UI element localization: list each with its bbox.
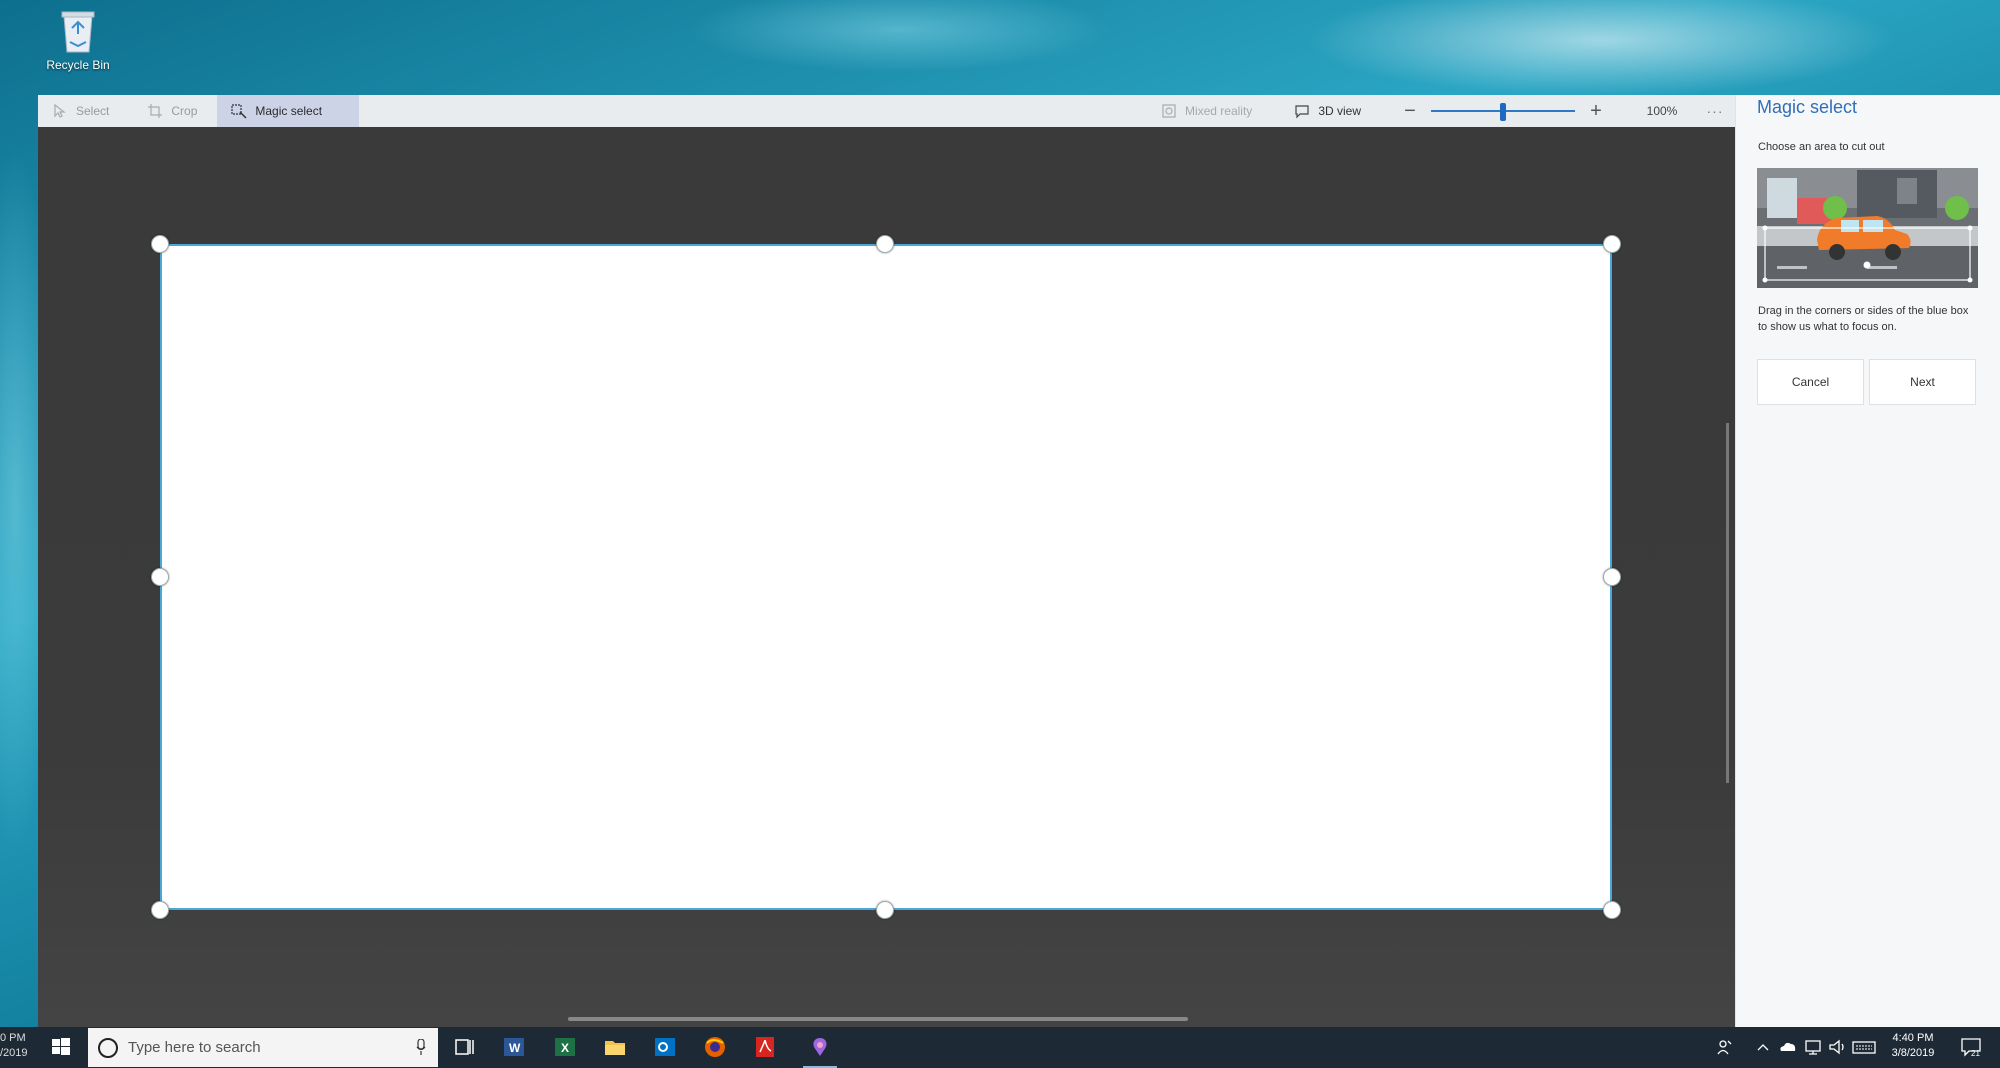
file-explorer-icon[interactable] xyxy=(603,1035,627,1059)
svg-text:X: X xyxy=(561,1041,569,1055)
svg-text:W: W xyxy=(509,1041,521,1055)
search-placeholder: Type here to search xyxy=(128,1039,261,1056)
panel-title: Magic select xyxy=(1757,97,1858,117)
zoom-in-button[interactable]: + xyxy=(1581,100,1611,123)
firefox-icon[interactable] xyxy=(703,1035,727,1059)
paint-3d-icon[interactable] xyxy=(803,1035,837,1068)
crop-icon xyxy=(148,104,163,118)
magic-select-tool-label: Magic select xyxy=(255,104,323,118)
paint-3d-window: Select Crop Magic select Mixed reality 3… xyxy=(38,95,2000,1027)
action-center-icon[interactable]: 21 xyxy=(1960,1037,1982,1058)
magic-select-illustration xyxy=(1757,168,1978,288)
selection-handle-middle-right[interactable] xyxy=(1603,568,1621,586)
partial-clock-left: 0 PM /2019 xyxy=(0,1031,28,1061)
partial-clock-time: 0 PM xyxy=(0,1032,26,1044)
taskbar-date: 3/8/2019 xyxy=(1891,1047,1935,1059)
keyboard-icon[interactable] xyxy=(1852,1035,1876,1059)
windows-logo-icon xyxy=(52,1038,70,1055)
taskbar-search-box[interactable]: Type here to search xyxy=(88,1028,438,1067)
zoom-value: 100% xyxy=(1646,104,1678,118)
zoom-slider-thumb[interactable] xyxy=(1500,103,1506,121)
selection-handle-top-middle[interactable] xyxy=(876,235,894,253)
network-icon[interactable] xyxy=(1804,1035,1824,1059)
recycle-bin-label: Recycle Bin xyxy=(46,58,110,72)
partial-clock-date: /2019 xyxy=(0,1047,28,1059)
selection-handle-middle-left[interactable] xyxy=(151,568,169,586)
people-icon[interactable] xyxy=(1716,1035,1734,1059)
show-hidden-icons-chevron-icon[interactable] xyxy=(1756,1035,1770,1059)
select-tool-button[interactable]: Select xyxy=(38,95,123,127)
cancel-button[interactable]: Cancel xyxy=(1757,359,1864,405)
panel-description: Drag in the corners or sides of the blue… xyxy=(1758,305,1969,333)
vertical-scrollbar[interactable] xyxy=(1726,423,1729,783)
start-button[interactable] xyxy=(50,1036,72,1058)
task-view-icon[interactable] xyxy=(452,1035,476,1059)
more-options-button[interactable]: ··· xyxy=(1695,103,1735,119)
mixed-reality-label: Mixed reality xyxy=(1184,104,1253,118)
select-icon xyxy=(54,103,66,118)
cortana-icon xyxy=(98,1037,118,1058)
top-toolbar: Select Crop Magic select Mixed reality 3… xyxy=(38,95,1735,127)
acrobat-icon[interactable] xyxy=(753,1035,777,1059)
mixed-reality-button[interactable]: Mixed reality xyxy=(1147,95,1266,127)
3d-view-icon xyxy=(1295,105,1309,119)
recycle-bin-shortcut[interactable]: Recycle Bin xyxy=(40,6,116,72)
selection-handle-top-left[interactable] xyxy=(151,235,169,253)
canvas-page[interactable] xyxy=(160,244,1612,910)
recycle-bin-icon xyxy=(56,6,100,54)
outlook-icon[interactable] xyxy=(653,1035,677,1059)
magic-select-tool-button[interactable]: Magic select xyxy=(217,95,360,127)
panel-subtitle: Choose an area to cut out xyxy=(1758,141,1885,153)
windows-taskbar: 0 PM /2019 Type here to search W X 4:40 … xyxy=(0,1027,2000,1068)
next-button[interactable]: Next xyxy=(1869,359,1976,405)
onedrive-icon[interactable] xyxy=(1778,1035,1798,1059)
mixed-reality-icon xyxy=(1162,104,1176,118)
word-icon[interactable]: W xyxy=(502,1035,526,1059)
magic-select-icon xyxy=(231,104,247,119)
zoom-out-button[interactable]: − xyxy=(1395,100,1425,123)
excel-icon[interactable]: X xyxy=(553,1035,577,1059)
crop-tool-label: Crop xyxy=(171,104,198,118)
selection-handle-top-right[interactable] xyxy=(1603,235,1621,253)
3d-view-button[interactable]: 3D view xyxy=(1280,95,1375,127)
taskbar-clock[interactable]: 4:40 PM 3/8/2019 xyxy=(1878,1031,1948,1061)
microphone-icon[interactable] xyxy=(416,1039,426,1055)
zoom-slider[interactable] xyxy=(1431,95,1575,127)
magic-select-panel: Magic select Choose an area to cut out D… xyxy=(1735,95,2000,1027)
taskbar-time: 4:40 PM xyxy=(1892,1032,1934,1044)
crop-tool-button[interactable]: Crop xyxy=(133,95,211,127)
selection-handle-bottom-left[interactable] xyxy=(151,901,169,919)
canvas-area[interactable] xyxy=(38,127,1735,1027)
selection-handle-bottom-right[interactable] xyxy=(1603,901,1621,919)
3d-view-label: 3D view xyxy=(1318,104,1361,118)
select-tool-label: Select xyxy=(76,104,110,118)
notification-count: 21 xyxy=(1971,1049,1980,1057)
selection-handle-bottom-middle[interactable] xyxy=(876,901,894,919)
volume-icon[interactable] xyxy=(1828,1035,1848,1059)
horizontal-scrollbar[interactable] xyxy=(568,1017,1188,1021)
